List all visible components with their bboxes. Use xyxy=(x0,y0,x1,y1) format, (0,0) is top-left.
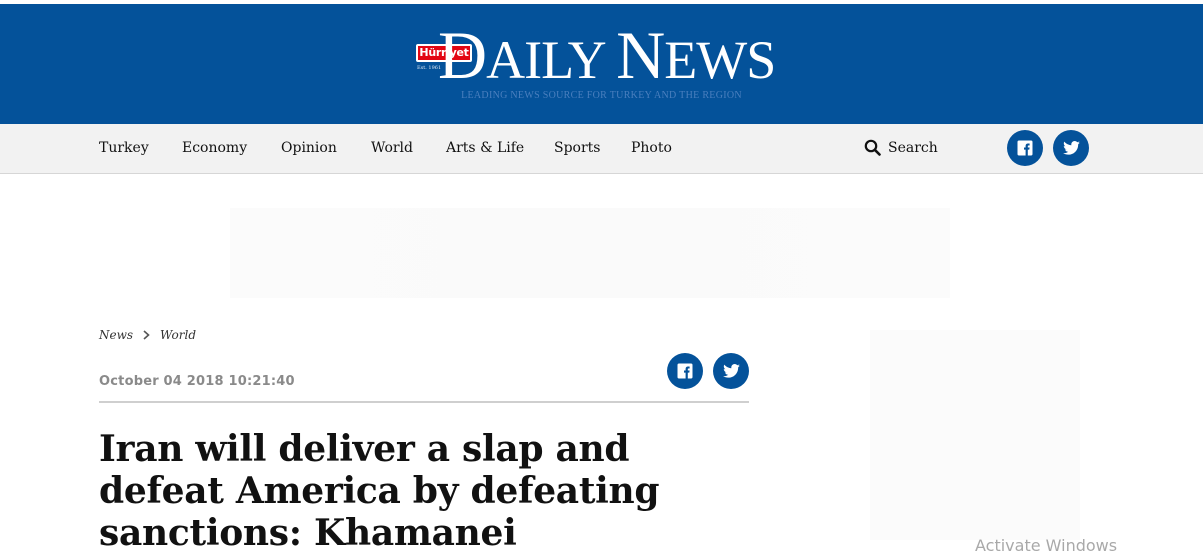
facebook-icon xyxy=(1017,140,1033,156)
article-date: October 04 2018 10:21:40 xyxy=(99,374,295,389)
breadcrumb: News World xyxy=(99,328,196,342)
breadcrumb-world[interactable]: World xyxy=(160,328,196,342)
nav-item-turkey[interactable]: Turkey xyxy=(99,140,149,156)
search-label: Search xyxy=(888,139,938,156)
nav-item-world[interactable]: World xyxy=(371,140,413,156)
chevron-right-icon xyxy=(143,330,150,340)
nav-item-arts-life[interactable]: Arts & Life xyxy=(446,140,524,156)
header-twitter-button[interactable] xyxy=(1053,130,1089,166)
nav-item-economy[interactable]: Economy xyxy=(182,140,247,156)
nav-item-opinion[interactable]: Opinion xyxy=(281,140,337,156)
search-button[interactable]: Search xyxy=(864,139,938,156)
masthead: Hürriyet Est. 1961 DAILY NEWS LEADING NE… xyxy=(0,4,1203,124)
logo-wordmark: DAILY NEWS xyxy=(438,21,776,93)
logo-aily: AILY xyxy=(486,30,617,90)
header-facebook-button[interactable] xyxy=(1007,130,1043,166)
article-headline: Iran will deliver a slap and defeat Amer… xyxy=(99,428,660,551)
logo-ews: EWS xyxy=(664,30,776,90)
facebook-icon xyxy=(677,363,693,379)
twitter-icon xyxy=(722,364,740,378)
search-icon xyxy=(864,139,881,156)
breadcrumb-news[interactable]: News xyxy=(99,328,133,342)
activate-windows-watermark: Activate Windows xyxy=(975,536,1118,551)
main-nav: Turkey Economy Opinion World Arts & Life… xyxy=(0,124,1203,174)
site-logo[interactable]: Hürriyet Est. 1961 DAILY NEWS xyxy=(416,21,776,90)
divider xyxy=(99,401,749,403)
sidebar-placeholder xyxy=(870,330,1080,540)
ad-placeholder xyxy=(230,208,950,298)
tagline: LEADING NEWS SOURCE FOR TURKEY AND THE R… xyxy=(461,90,742,101)
twitter-icon xyxy=(1062,141,1080,155)
article-facebook-share-button[interactable] xyxy=(667,353,703,389)
logo-n: N xyxy=(616,17,665,93)
logo-d: D xyxy=(438,17,487,93)
nav-item-photo[interactable]: Photo xyxy=(631,140,672,156)
article-twitter-share-button[interactable] xyxy=(713,353,749,389)
nav-item-sports[interactable]: Sports xyxy=(554,140,600,156)
